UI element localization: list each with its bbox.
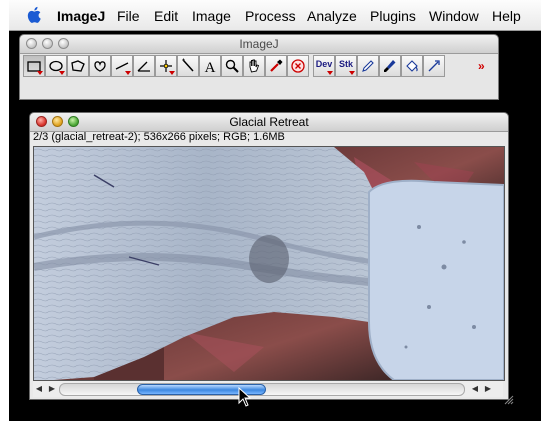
- menu-help[interactable]: Help: [492, 8, 521, 24]
- svg-text:A: A: [205, 60, 216, 74]
- menu-app-name[interactable]: ImageJ: [57, 8, 105, 24]
- freehand-icon: [94, 61, 106, 72]
- glacier-image-canvas[interactable]: [33, 146, 505, 381]
- menu-file[interactable]: File: [117, 8, 140, 24]
- magnifier-tool-button[interactable]: [221, 55, 243, 77]
- resize-grip-icon[interactable]: [504, 395, 514, 405]
- polygon-tool-button[interactable]: [67, 55, 89, 77]
- menu-plugins[interactable]: Plugins: [370, 8, 416, 24]
- dev-tool-button[interactable]: Dev: [313, 55, 335, 77]
- menu-bar: ImageJ File Edit Image Process Analyze P…: [9, 0, 541, 31]
- scroll-left-arrow-icon[interactable]: ◀: [469, 383, 481, 395]
- toolbar-window-titlebar[interactable]: ImageJ: [20, 35, 498, 54]
- arrow-tool-button[interactable]: [423, 55, 445, 77]
- hand-tool-button[interactable]: [243, 55, 265, 77]
- wand-icon: [182, 58, 194, 72]
- image-window: Glacial Retreat 2/3 (glacial_retreat-2);…: [29, 112, 514, 405]
- close-circle-tool-button[interactable]: [287, 55, 309, 77]
- image-window-title: Glacial Retreat: [229, 115, 309, 129]
- brush-icon: [384, 60, 396, 72]
- horizontal-scrollbar[interactable]: ◀ ▶ ◀ ▶: [33, 381, 503, 397]
- flood-fill-tool-button[interactable]: [401, 55, 423, 77]
- apple-logo-icon[interactable]: [27, 6, 43, 24]
- text-tool-button[interactable]: A: [199, 55, 221, 77]
- freehand-tool-button[interactable]: [89, 55, 111, 77]
- glacier-image: [34, 147, 504, 380]
- dropdown-indicator-icon: [125, 71, 131, 75]
- more-tools-button[interactable]: »: [478, 59, 485, 73]
- angle-icon: [137, 61, 150, 72]
- menu-analyze[interactable]: Analyze: [307, 8, 357, 24]
- pencil-icon: [362, 60, 374, 72]
- scroll-right-arrow-icon[interactable]: ▶: [482, 383, 494, 395]
- text-icon: A: [205, 60, 216, 74]
- menu-image[interactable]: Image: [192, 8, 231, 24]
- mouse-pointer-icon: [238, 387, 252, 407]
- desktop-background: ImageJ File Edit Image Process Analyze P…: [9, 0, 541, 421]
- wand-tool-button[interactable]: [177, 55, 199, 77]
- brush-tool-button[interactable]: [379, 55, 401, 77]
- dropdown-indicator-icon: [349, 71, 355, 75]
- menu-window[interactable]: Window: [429, 8, 479, 24]
- point-tool-button[interactable]: [155, 55, 177, 77]
- line-tool-button[interactable]: [111, 55, 133, 77]
- magnifier-icon: [225, 59, 239, 73]
- angle-tool-button[interactable]: [133, 55, 155, 77]
- image-info-line: 2/3 (glacial_retreat-2); 536x266 pixels;…: [33, 131, 285, 143]
- image-window-titlebar[interactable]: Glacial Retreat: [30, 113, 508, 132]
- hand-icon: [249, 59, 260, 73]
- color-picker-tool-button[interactable]: [265, 55, 287, 77]
- scroll-right-arrow-icon[interactable]: ▶: [46, 383, 58, 395]
- tool-strip: A Dev Stk »: [23, 55, 493, 79]
- flood-fill-icon: [406, 60, 418, 72]
- rectangle-tool-button[interactable]: [23, 55, 45, 77]
- scroll-left-arrow-icon[interactable]: ◀: [33, 383, 45, 395]
- toolbar-window-title: ImageJ: [239, 37, 279, 51]
- arrow-line-icon: [428, 60, 440, 72]
- dev-tool-label: Dev: [315, 59, 333, 69]
- imagej-toolbar-window: ImageJ A Dev Stk »: [19, 34, 499, 100]
- close-circle-icon: [291, 59, 305, 73]
- stk-tool-button[interactable]: Stk: [335, 55, 357, 77]
- scroll-track[interactable]: [59, 383, 465, 396]
- oval-tool-button[interactable]: [45, 55, 67, 77]
- menu-edit[interactable]: Edit: [154, 8, 178, 24]
- dropdown-indicator-icon: [327, 71, 333, 75]
- dropdown-indicator-icon: [59, 71, 65, 75]
- stk-tool-label: Stk: [338, 59, 353, 69]
- pencil-tool-button[interactable]: [357, 55, 379, 77]
- dropdown-indicator-icon: [37, 71, 43, 75]
- polygon-icon: [71, 60, 85, 72]
- menu-process[interactable]: Process: [245, 8, 296, 24]
- color-picker-icon: [270, 59, 283, 72]
- dropdown-indicator-icon: [169, 71, 175, 75]
